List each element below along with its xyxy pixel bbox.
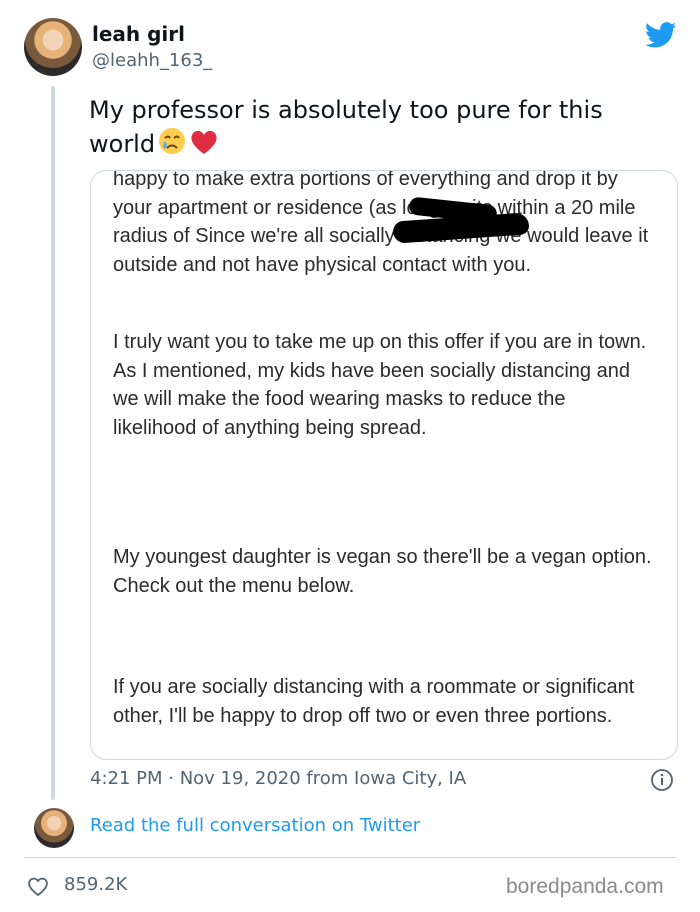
author-avatar[interactable] bbox=[24, 18, 82, 76]
media-paragraph: My youngest daughter is vegan so there'l… bbox=[113, 546, 652, 597]
twitter-bird-icon[interactable] bbox=[644, 22, 678, 48]
like-count[interactable]: 859.2K bbox=[64, 874, 127, 895]
media-paragraph: I truly want you to take me up on this o… bbox=[113, 331, 647, 439]
crying-face-emoji bbox=[159, 128, 186, 154]
info-icon[interactable] bbox=[650, 768, 674, 792]
media-paragraph: happy to make extra portions of everythi… bbox=[113, 170, 649, 276]
media-paragraph: If you are socially distancing with a ro… bbox=[113, 676, 635, 727]
media-card[interactable]: happy to make extra portions of everythi… bbox=[90, 170, 678, 760]
user-handle[interactable]: @leahh_163_ bbox=[92, 50, 212, 71]
tweet-timestamp[interactable]: 4:21 PM · Nov 19, 2020 from Iowa City, I… bbox=[90, 768, 466, 789]
display-name[interactable]: leah girl bbox=[92, 22, 185, 46]
heart-icon[interactable] bbox=[26, 875, 50, 897]
red-heart-emoji bbox=[191, 130, 217, 154]
thread-line bbox=[51, 86, 55, 800]
divider bbox=[24, 857, 676, 858]
read-conversation-link[interactable]: Read the full conversation on Twitter bbox=[90, 815, 420, 836]
author-avatar-small[interactable] bbox=[34, 808, 74, 848]
tweet-text: My professor is absolutely too pure for … bbox=[89, 95, 669, 160]
watermark: boredpanda.com bbox=[506, 875, 664, 898]
